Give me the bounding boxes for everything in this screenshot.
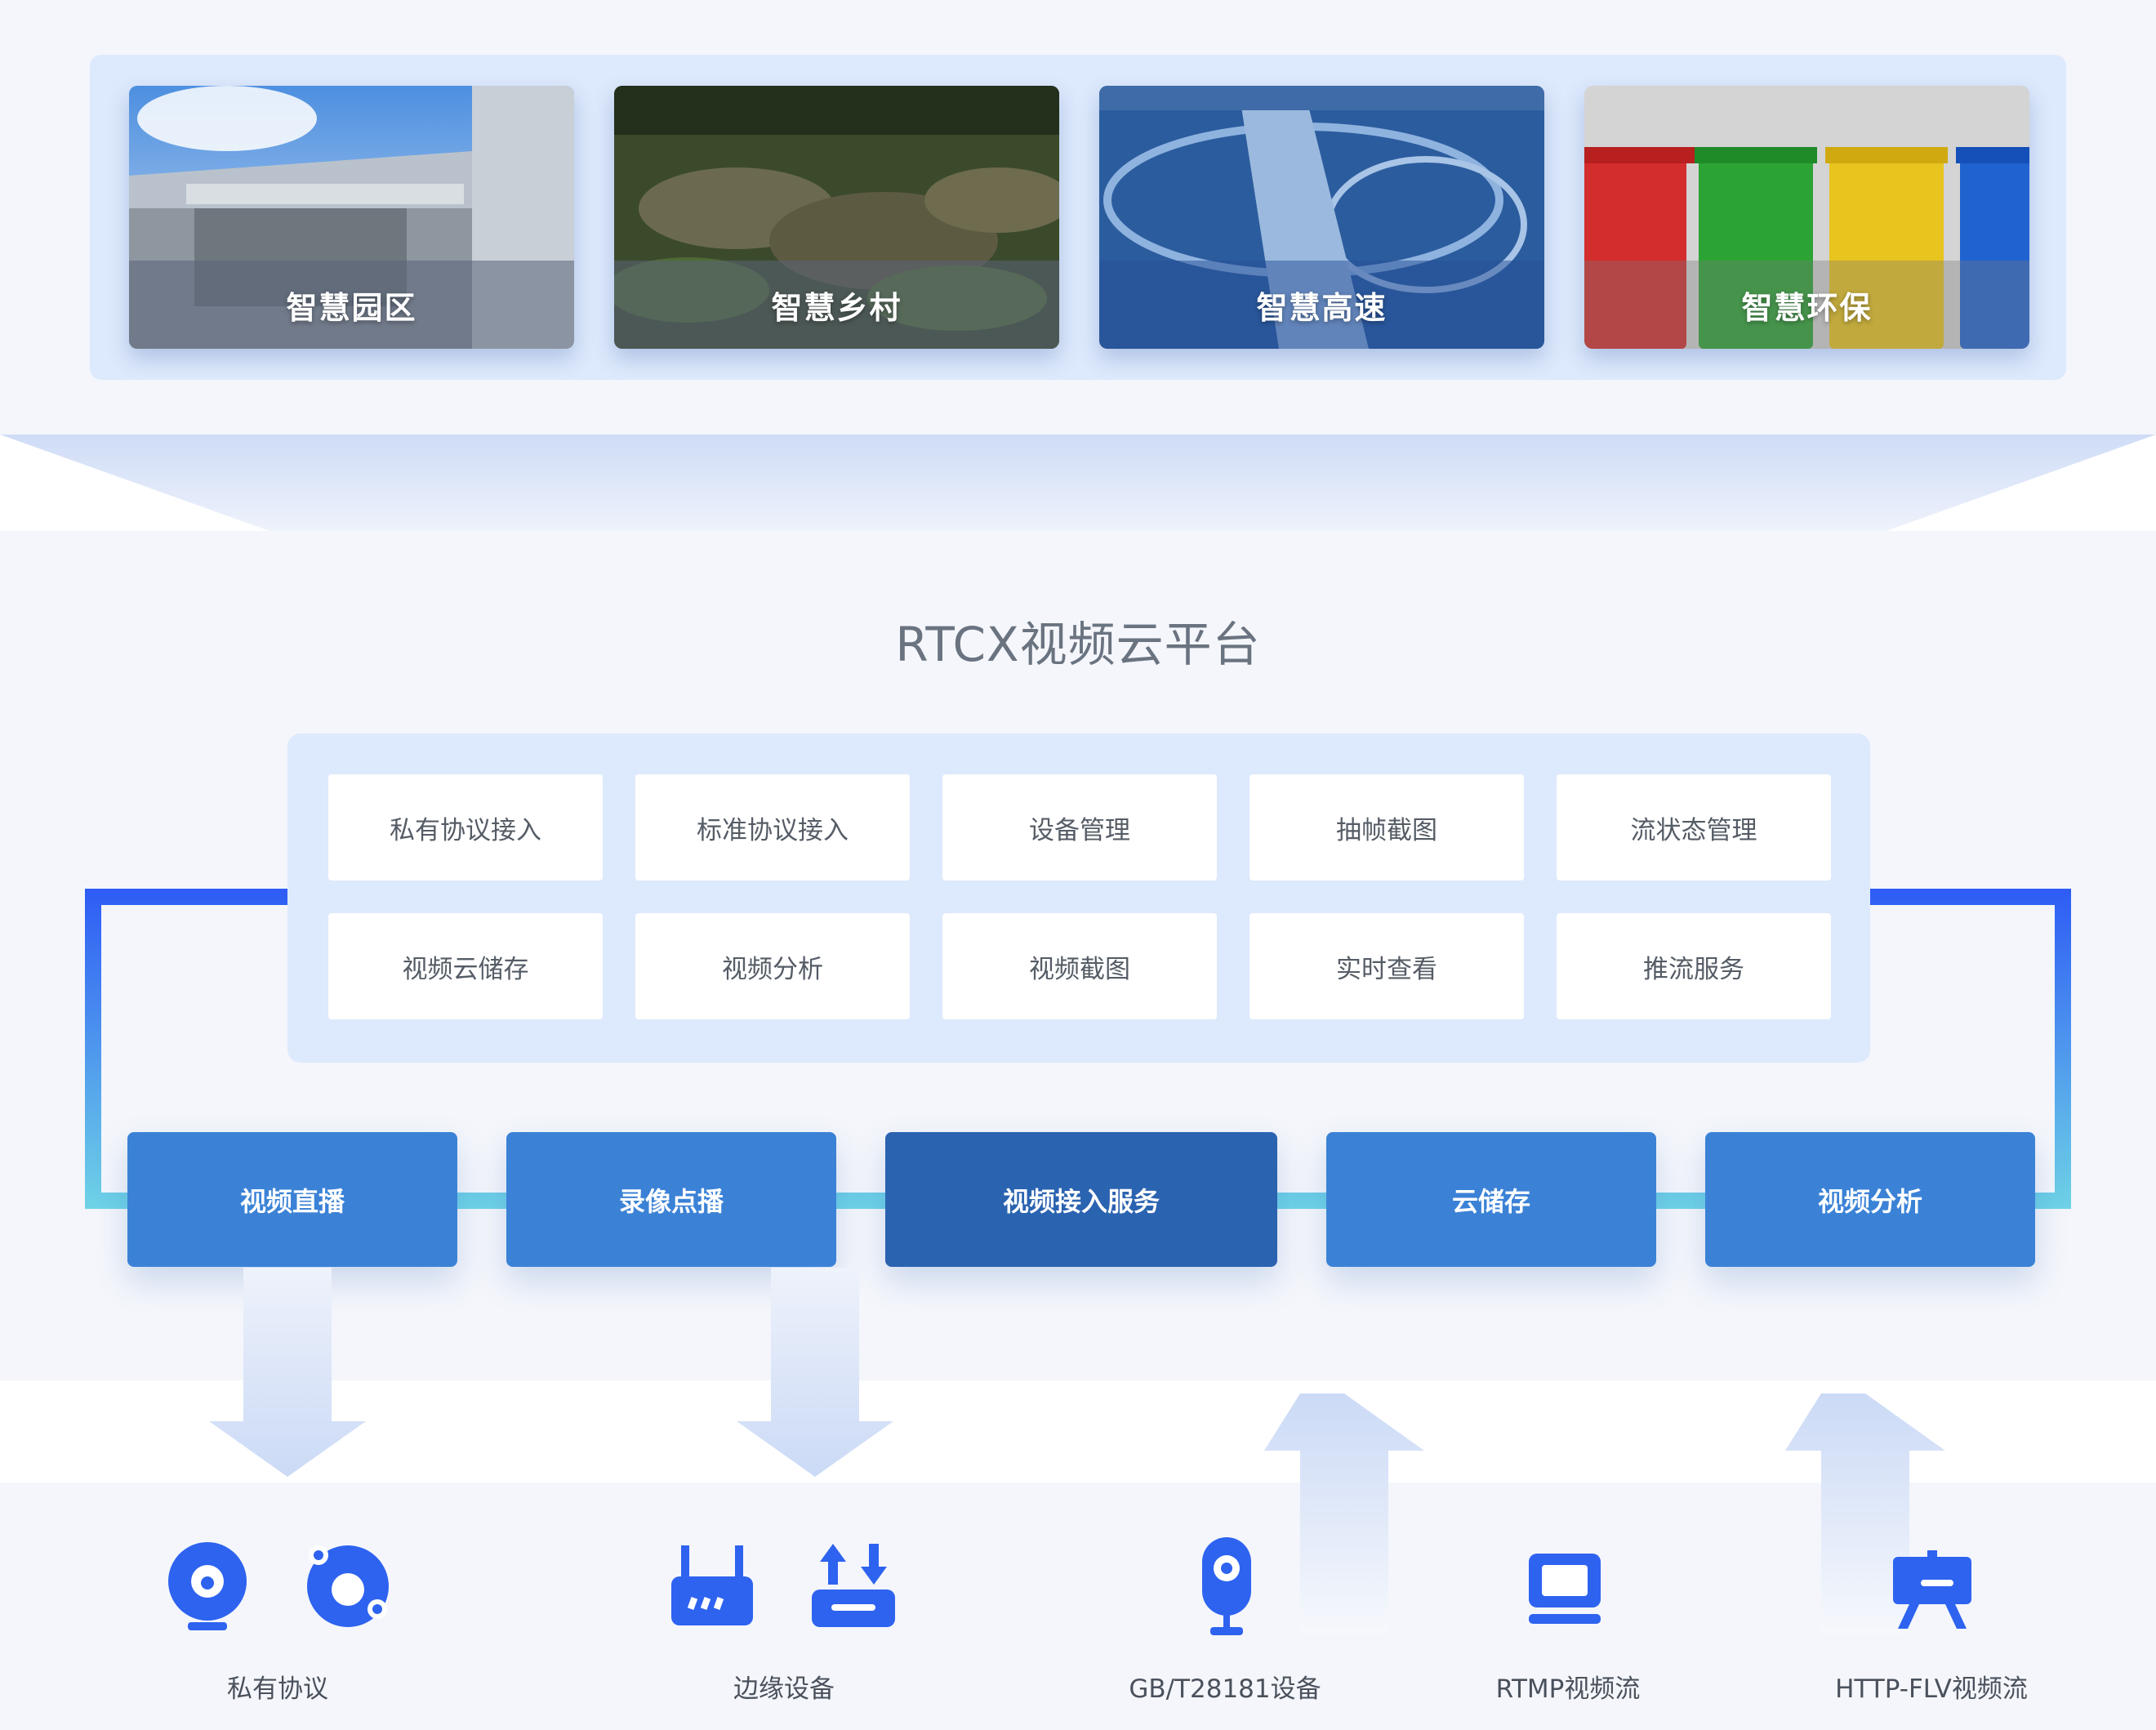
bus-cloud-storage[interactable]: 云储存 [1326, 1132, 1656, 1267]
service-push-stream[interactable]: 推流服务 [1557, 913, 1831, 1019]
device-label-gb28181: GB/T28181设备 [1129, 1674, 1321, 1704]
service-cloud-storage[interactable]: 视频云储存 [328, 913, 603, 1019]
camera-icon [168, 1542, 247, 1630]
device-label-private-protocol: 私有协议 [227, 1674, 328, 1704]
service-device-management[interactable]: 设备管理 [942, 774, 1217, 881]
scenario-card-park[interactable]: 智慧园区 [129, 86, 574, 349]
bus-video-access-service[interactable]: 视频接入服务 [885, 1132, 1277, 1267]
service-private-protocol[interactable]: 私有协议接入 [328, 774, 603, 881]
service-live-view[interactable]: 实时查看 [1250, 913, 1524, 1019]
bus-live-video[interactable]: 视频直播 [127, 1132, 457, 1267]
scenario-label: 智慧乡村 [771, 289, 902, 326]
orbit-icon [307, 1545, 389, 1627]
router-icon [671, 1545, 753, 1625]
platform-title: RTCX视频云平台 [895, 617, 1261, 672]
device-label-http-flv: HTTP-FLV视频流 [1835, 1674, 2028, 1704]
scenario-card-highway[interactable]: 智慧高速 [1099, 86, 1544, 349]
scenario-card-environment[interactable]: 智慧环保 [1584, 86, 2029, 349]
device-label-rtmp: RTMP视频流 [1495, 1674, 1641, 1704]
ip-camera-icon [1202, 1537, 1251, 1635]
scenario-label: 智慧环保 [1741, 289, 1873, 326]
scenario-label: 智慧园区 [286, 289, 417, 326]
easel-icon [1893, 1550, 1971, 1629]
service-stream-status[interactable]: 流状态管理 [1557, 774, 1831, 881]
monitor-icon [1529, 1554, 1601, 1624]
scenario-card-village[interactable]: 智慧乡村 [614, 86, 1059, 349]
service-video-analysis[interactable]: 视频分析 [635, 913, 910, 1019]
funnel-connector [0, 435, 2156, 531]
scenario-panel: 智慧园区 智慧乡村 智慧高速 智慧环保 [90, 55, 2066, 380]
bus-playback[interactable]: 录像点播 [506, 1132, 836, 1267]
service-video-snapshot[interactable]: 视频截图 [942, 913, 1217, 1019]
upload-download-icon [812, 1544, 895, 1627]
scenario-label: 智慧高速 [1256, 289, 1388, 326]
service-panel: 私有协议接入 标准协议接入 设备管理 抽帧截图 流状态管理 视频云储存 视频分析… [287, 733, 1870, 1063]
service-standard-protocol[interactable]: 标准协议接入 [635, 774, 910, 881]
service-frame-capture[interactable]: 抽帧截图 [1250, 774, 1524, 881]
device-label-edge: 边缘设备 [733, 1674, 835, 1704]
bus-video-analysis[interactable]: 视频分析 [1705, 1132, 2035, 1267]
